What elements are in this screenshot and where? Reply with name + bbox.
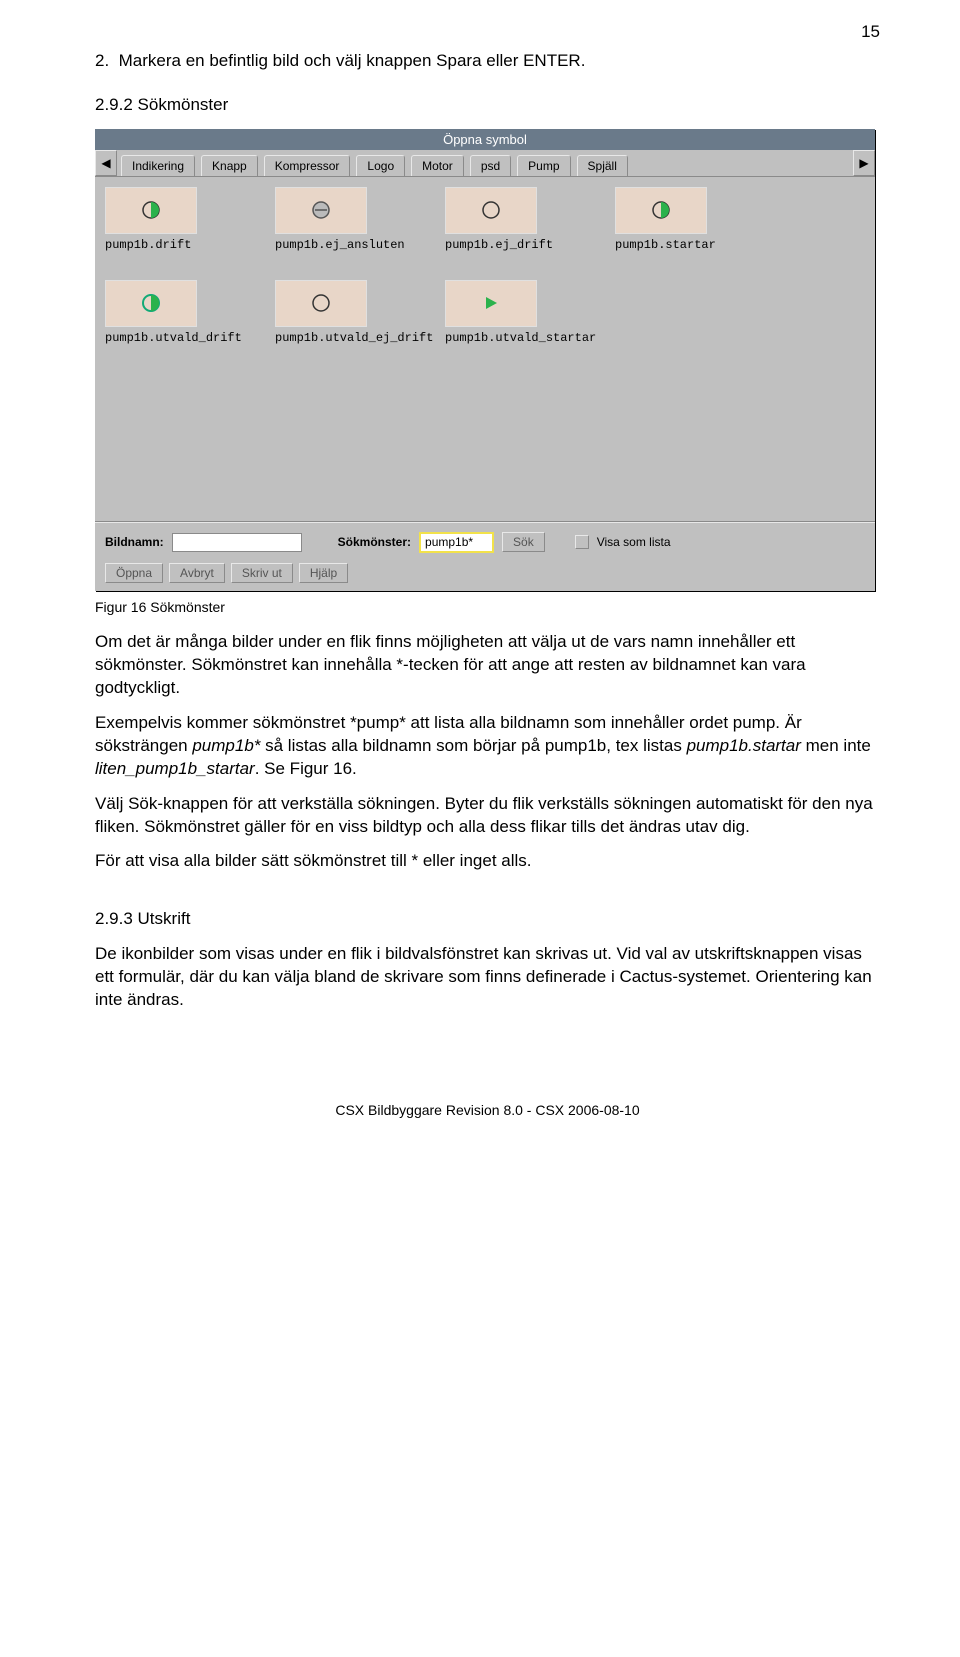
text-run: så listas alla bildnamn som börjar på pu… xyxy=(260,736,686,755)
sokmonster-input[interactable] xyxy=(419,532,494,553)
sokmonster-label: Sökmönster: xyxy=(338,535,411,549)
hjalp-button[interactable]: Hjälp xyxy=(299,563,348,583)
tab-knapp[interactable]: Knapp xyxy=(201,155,258,176)
visa-lista-label: Visa som lista xyxy=(597,535,671,549)
pump-startar-icon xyxy=(651,200,671,220)
tab-logo[interactable]: Logo xyxy=(356,155,405,176)
item-text: Markera en befintlig bild och välj knapp… xyxy=(119,51,586,70)
italic-term: pump1b* xyxy=(192,736,260,755)
paragraph: Exempelvis kommer sökmönstret *pump* att… xyxy=(95,712,880,781)
symbol-item[interactable]: pump1b.startar xyxy=(615,187,735,252)
italic-term: pump1b.startar xyxy=(687,736,801,755)
avbryt-button[interactable]: Avbryt xyxy=(169,563,225,583)
tab-psd[interactable]: psd xyxy=(470,155,511,176)
pump-utvald-ej-drift-icon xyxy=(311,293,331,313)
scroll-right-button[interactable]: ▶ xyxy=(853,150,875,176)
symbol-item[interactable]: pump1b.ej_ansluten xyxy=(275,187,395,252)
bildnamn-label: Bildnamn: xyxy=(105,535,164,549)
symbol-label: pump1b.drift xyxy=(105,238,191,252)
skriv-ut-button[interactable]: Skriv ut xyxy=(231,563,293,583)
triangle-right-icon: ▶ xyxy=(859,156,868,170)
bildnamn-input[interactable] xyxy=(172,533,302,552)
symbol-label: pump1b.ej_drift xyxy=(445,238,553,252)
symbol-label: pump1b.startar xyxy=(615,238,716,252)
tab-spjall[interactable]: Spjäll xyxy=(577,155,628,176)
paragraph: För att visa alla bilder sätt sökmönstre… xyxy=(95,850,880,873)
text-run: . Se Figur 16. xyxy=(255,759,357,778)
section-heading-sokmonster: 2.9.2 Sökmönster xyxy=(95,95,880,115)
section-heading-utskrift: 2.9.3 Utskrift xyxy=(95,909,880,929)
symbol-label: pump1b.ej_ansluten xyxy=(275,238,405,252)
tab-pump[interactable]: Pump xyxy=(517,155,570,176)
symbol-label: pump1b.utvald_startar xyxy=(445,331,596,345)
symbol-label: pump1b.utvald_ej_drift xyxy=(275,331,433,345)
figure-caption: Figur 16 Sökmönster xyxy=(95,599,880,615)
symbol-item[interactable]: pump1b.utvald_drift xyxy=(105,280,225,345)
tab-indikering[interactable]: Indikering xyxy=(121,155,195,176)
text-run: men inte xyxy=(801,736,871,755)
pump-ej-ansluten-icon xyxy=(311,200,331,220)
symbol-item[interactable]: pump1b.utvald_startar xyxy=(445,280,565,345)
pump-ej-drift-icon xyxy=(481,200,501,220)
pump-utvald-startar-icon xyxy=(481,293,501,313)
sok-button[interactable]: Sök xyxy=(502,532,545,552)
symbol-label: pump1b.utvald_drift xyxy=(105,331,242,345)
visa-lista-checkbox[interactable] xyxy=(575,535,589,549)
item-number: 2. xyxy=(95,51,109,70)
paragraph: Om det är många bilder under en flik fin… xyxy=(95,631,880,700)
tab-kompressor[interactable]: Kompressor xyxy=(264,155,351,176)
tab-motor[interactable]: Motor xyxy=(411,155,464,176)
triangle-left-icon: ◀ xyxy=(101,156,110,170)
scroll-left-button[interactable]: ◀ xyxy=(95,150,117,176)
italic-term: liten_pump1b_startar xyxy=(95,759,255,778)
paragraph: De ikonbilder som visas under en flik i … xyxy=(95,943,880,1012)
numbered-item: 2. Markera en befintlig bild och välj kn… xyxy=(95,50,880,73)
symbol-item[interactable]: pump1b.drift xyxy=(105,187,225,252)
pump-utvald-drift-icon xyxy=(141,293,161,313)
symbol-item[interactable]: pump1b.ej_drift xyxy=(445,187,565,252)
dialog-title: Öppna symbol xyxy=(95,129,875,150)
page-footer: CSX Bildbyggare Revision 8.0 - CSX 2006-… xyxy=(95,1102,880,1118)
dialog-screenshot: Öppna symbol ◀ Indikering Knapp Kompress… xyxy=(95,129,880,591)
symbol-item[interactable]: pump1b.utvald_ej_drift xyxy=(275,280,395,345)
pump-drift-icon xyxy=(141,200,161,220)
page-number: 15 xyxy=(861,22,880,42)
oppna-button[interactable]: Öppna xyxy=(105,563,163,583)
paragraph: Välj Sök-knappen för att verkställa sökn… xyxy=(95,793,880,839)
